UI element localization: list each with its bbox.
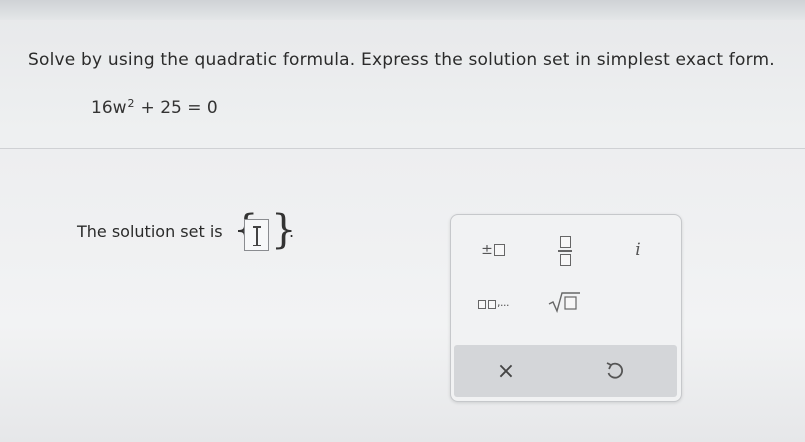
- page: Solve by using the quadratic formula. Ex…: [0, 0, 805, 442]
- equation-rest: + 25 = 0: [140, 98, 218, 118]
- plus-minus-button[interactable]: ±: [471, 235, 515, 265]
- solution-label: The solution set is: [77, 222, 223, 241]
- equation-exponent: 2: [127, 97, 135, 110]
- undo-icon: [606, 362, 623, 379]
- problem-instruction: Solve by using the quadratic formula. Ex…: [28, 50, 775, 70]
- list-boxes-icon: ,...: [477, 296, 510, 309]
- imaginary-unit-button[interactable]: i: [621, 235, 655, 265]
- undo-button[interactable]: [592, 353, 636, 389]
- sqrt-icon: [547, 291, 581, 313]
- box-icon: [493, 244, 505, 256]
- equation: 16w2 + 25 = 0: [91, 97, 218, 118]
- math-palette: ± i ,... ×: [450, 214, 682, 402]
- text-cursor: [253, 226, 261, 246]
- answer-area: [0, 149, 805, 442]
- fraction-icon: [558, 236, 572, 266]
- plus-minus-icon: ±: [481, 242, 493, 258]
- close-icon: ×: [496, 358, 516, 384]
- list-button[interactable]: ,...: [463, 287, 523, 317]
- equation-coefficient: 16w: [91, 98, 127, 118]
- action-bar: ×: [454, 345, 677, 397]
- fraction-button[interactable]: [547, 231, 583, 271]
- clear-button[interactable]: ×: [484, 353, 528, 389]
- square-root-button[interactable]: [539, 285, 589, 319]
- answer-input[interactable]: [244, 219, 269, 251]
- top-strip: [0, 0, 805, 20]
- italic-i-icon: i: [635, 240, 641, 260]
- period: .: [289, 222, 295, 241]
